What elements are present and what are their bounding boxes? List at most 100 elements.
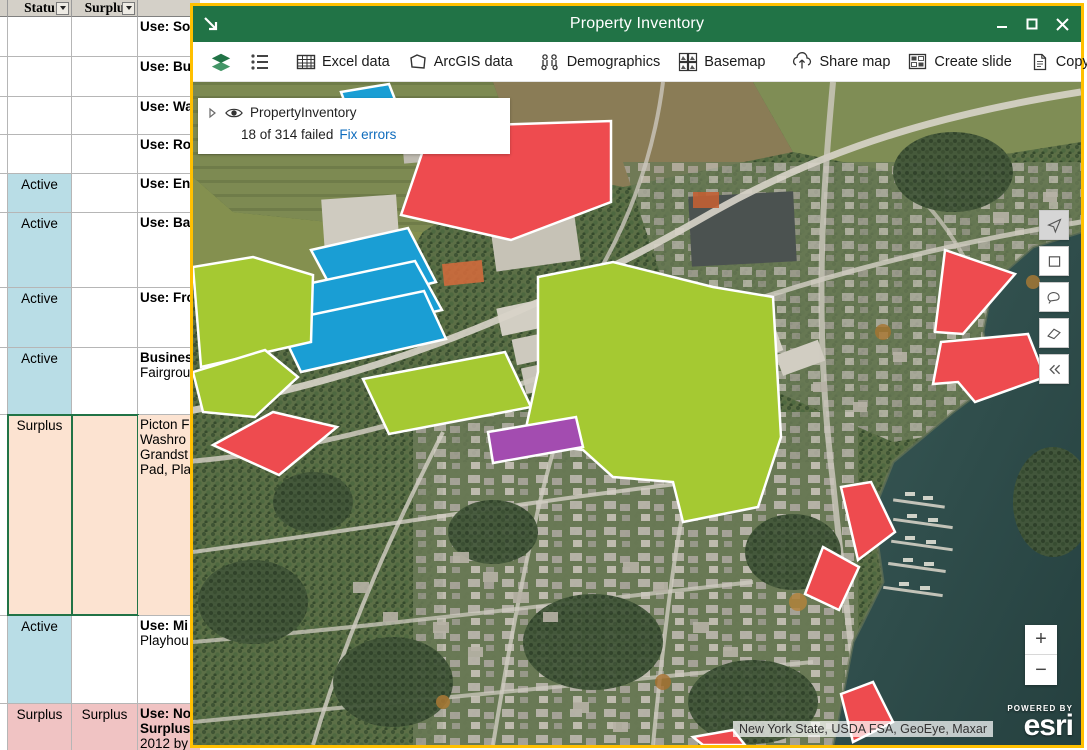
copy-document-icon	[1030, 52, 1050, 72]
row-header-cell[interactable]	[0, 213, 8, 287]
status-cell[interactable]	[8, 135, 72, 173]
create-slide-button[interactable]: Create slide	[899, 46, 1020, 78]
copy-map-label: Copy map	[1055, 53, 1087, 70]
surplus-cell[interactable]: Surplus	[72, 704, 138, 750]
column-header-surplus[interactable]: Surplu	[72, 0, 138, 17]
parcel-purple[interactable]	[486, 415, 585, 465]
row-header-cell[interactable]	[0, 97, 8, 134]
status-cell[interactable]: Active	[8, 174, 72, 212]
status-filter-dropdown[interactable]	[56, 1, 69, 15]
parcel-green-mid[interactable]	[361, 350, 533, 436]
surplus-cell[interactable]	[71, 414, 139, 616]
window-titlebar[interactable]: Property Inventory	[193, 6, 1081, 42]
zoom-out-button[interactable]: −	[1025, 655, 1057, 685]
column-header-status[interactable]: Statu	[8, 0, 72, 17]
demographics-button[interactable]: Demographics	[530, 46, 670, 78]
zoom-in-button[interactable]: +	[1025, 625, 1057, 655]
basemap-button[interactable]: Basemap	[669, 46, 774, 78]
share-cloud-upload-icon	[791, 51, 813, 72]
legend-list-icon	[250, 52, 270, 72]
eraser-button[interactable]	[1039, 318, 1069, 348]
row-header-cell[interactable]	[0, 57, 8, 96]
excel-data-label: Excel data	[322, 53, 390, 70]
table-row[interactable]: SurplusSurplusUse: NoSurplus2012 byBackg…	[0, 704, 200, 750]
surplus-cell[interactable]	[72, 288, 138, 347]
row-header-cell[interactable]	[0, 415, 8, 615]
table-row[interactable]: Use: Bu	[0, 57, 200, 97]
table-row[interactable]: Active Use: Ba	[0, 213, 200, 288]
arcgis-data-button[interactable]: ArcGIS data	[399, 46, 522, 78]
table-row[interactable]: Use: So	[0, 17, 200, 57]
table-row[interactable]: Active Use: En	[0, 174, 200, 213]
legend-button[interactable]	[241, 46, 279, 78]
property-polygons-layer[interactable]	[193, 82, 1081, 745]
legend-status-row: 18 of 314 failed Fix errors	[206, 127, 500, 142]
surplus-cell[interactable]	[72, 213, 138, 287]
fix-errors-link[interactable]: Fix errors	[339, 127, 396, 142]
share-map-button[interactable]: Share map	[782, 46, 899, 78]
row-header-cell[interactable]	[0, 348, 8, 414]
surplus-cell[interactable]	[72, 348, 138, 414]
status-cell[interactable]: Surplus	[8, 704, 72, 750]
legend-layer-row[interactable]: PropertyInventory	[206, 105, 500, 120]
row-header-cell[interactable]	[0, 616, 8, 703]
parcel-red-point-s[interactable]	[931, 332, 1047, 404]
legend-layer-name: PropertyInventory	[250, 105, 357, 120]
status-cell[interactable]	[8, 17, 72, 56]
table-row[interactable]: Active Busines Fairgrou	[0, 348, 200, 415]
parcel-red-point-n[interactable]	[933, 248, 1018, 336]
parcel-green-large[interactable]	[521, 260, 783, 524]
lasso-select-button[interactable]	[1039, 282, 1069, 312]
pointer-arrow-icon	[1046, 217, 1063, 234]
table-row[interactable]: Active Use: Fro	[0, 288, 200, 348]
surplus-cell[interactable]	[72, 174, 138, 212]
surplus-cell[interactable]	[72, 97, 138, 134]
copy-map-button[interactable]: Copy map	[1021, 46, 1087, 78]
table-row[interactable]: Surplus Picton F Washro Grandst Pad, Pla	[0, 414, 200, 616]
collapse-panel-button[interactable]	[1039, 354, 1069, 384]
row-header-cell[interactable]	[0, 174, 8, 212]
spreadsheet-grid[interactable]: Use: So Use: Bu Use: Wa Use: Ro Active Use: E…	[0, 17, 200, 750]
double-chevron-left-icon	[1046, 361, 1063, 378]
table-row[interactable]: Active Use: Mi Playhou	[0, 616, 200, 704]
table-row[interactable]: Use: Wa	[0, 97, 200, 135]
row-header-cell[interactable]	[0, 288, 8, 347]
status-cell[interactable]	[8, 57, 72, 96]
row-header-cell[interactable]	[0, 704, 8, 750]
people-icon	[539, 52, 561, 72]
surplus-cell[interactable]	[72, 17, 138, 56]
status-cell[interactable]: Active	[8, 288, 72, 347]
minimize-button[interactable]	[989, 11, 1015, 37]
chevron-right-icon[interactable]	[206, 107, 218, 119]
layers-button[interactable]	[201, 46, 241, 78]
status-cell[interactable]: Active	[8, 348, 72, 414]
surplus-cell[interactable]	[72, 135, 138, 173]
eye-icon[interactable]	[225, 106, 243, 120]
esri-wordmark: esri	[1023, 709, 1074, 742]
maximize-button[interactable]	[1019, 11, 1045, 37]
parcel-red-harbor-1[interactable]	[839, 480, 897, 563]
row-number-header	[0, 0, 8, 17]
status-cell[interactable]	[8, 97, 72, 134]
rectangle-select-button[interactable]	[1039, 246, 1069, 276]
map-canvas[interactable]: PropertyInventory 18 of 314 failed Fix e…	[193, 82, 1081, 745]
parcel-red-small[interactable]	[210, 410, 340, 477]
excel-data-button[interactable]: Excel data	[287, 46, 399, 78]
window-controls	[989, 6, 1075, 42]
property-inventory-window: Property Inventory Excel data ArcGIS dat…	[190, 3, 1087, 748]
status-cell[interactable]: Active	[8, 616, 72, 703]
surplus-filter-dropdown[interactable]	[122, 1, 135, 15]
restore-down-arrow-icon[interactable]	[199, 12, 223, 36]
status-cell[interactable]: Active	[8, 213, 72, 287]
surplus-cell[interactable]	[72, 616, 138, 703]
status-cell[interactable]: Surplus	[7, 414, 73, 616]
row-header-cell[interactable]	[0, 135, 8, 173]
row-header-cell[interactable]	[0, 17, 8, 56]
pan-tool-button[interactable]	[1039, 210, 1069, 240]
close-button[interactable]	[1049, 11, 1075, 37]
parcel-red-harbor-2[interactable]	[803, 545, 861, 612]
create-slide-label: Create slide	[934, 53, 1012, 70]
table-row[interactable]: Use: Ro	[0, 135, 200, 174]
surplus-cell[interactable]	[72, 57, 138, 96]
layer-legend-card[interactable]: PropertyInventory 18 of 314 failed Fix e…	[198, 98, 510, 154]
